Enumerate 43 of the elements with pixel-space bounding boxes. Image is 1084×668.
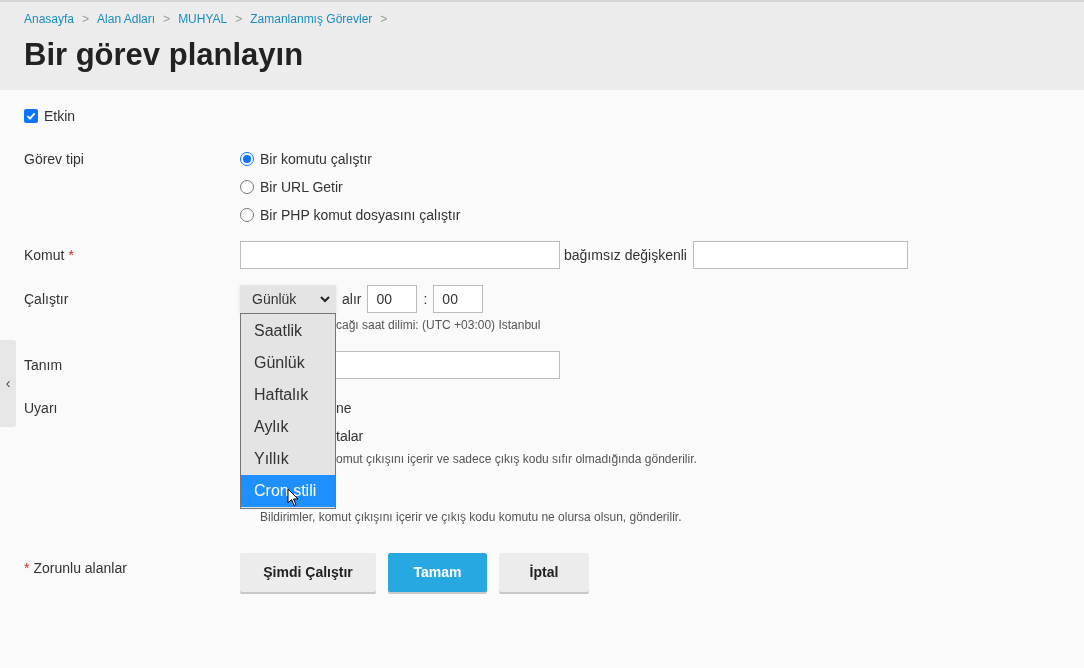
dropdown-option[interactable]: Yıllık: [241, 443, 335, 475]
action-button[interactable]: İptal: [499, 553, 589, 592]
notify-option-label: talar: [336, 426, 364, 446]
command-field[interactable]: [240, 241, 560, 269]
page-title: Bir görev planlayın: [24, 36, 305, 74]
args-label: bağımsız değişkenli: [564, 245, 687, 265]
time-separator: :: [423, 289, 428, 309]
timezone-hint: cağı saat dilimi: (UTC +03:00) Istanbul: [336, 317, 541, 334]
field-label: Komut: [24, 245, 65, 265]
breadcrumb-separator: >: [380, 11, 388, 28]
field-label: Görev tipi: [24, 149, 84, 169]
radio-label: Bir URL Getir: [260, 177, 343, 197]
hour-field[interactable]: 00: [367, 285, 418, 313]
required-mark: *: [68, 245, 74, 265]
radio-button[interactable]: [240, 152, 254, 166]
at-label: alır: [342, 289, 362, 309]
dropdown-option[interactable]: Aylık: [241, 411, 335, 443]
dropdown-option[interactable]: Haftalık: [241, 379, 335, 411]
radio-label: Bir PHP komut dosyasını çalıştır: [260, 205, 461, 225]
minute-field[interactable]: 00: [433, 285, 484, 313]
frequency-select[interactable]: Günlük: [240, 285, 336, 313]
field-label: Uyarı: [24, 398, 58, 418]
radio-button[interactable]: [240, 180, 254, 194]
sidebar-toggle[interactable]: ‹: [0, 340, 16, 427]
breadcrumb-separator: >: [163, 11, 171, 28]
dropdown-option[interactable]: Saatlik: [241, 315, 335, 347]
args-field[interactable]: [692, 241, 908, 269]
field-label: Tanım: [24, 355, 63, 375]
required-note: Zorunlu alanlar: [33, 559, 127, 578]
dropdown-option[interactable]: Günlük: [241, 347, 335, 379]
notify-option-label: ne: [336, 398, 352, 418]
breadcrumb-separator: >: [82, 11, 90, 28]
required-mark: *: [24, 559, 30, 578]
notify-hint: omut çıkışını içerir ve sadece çıkış kodu sıfır olmadığında gönderilir.: [336, 451, 697, 468]
action-button[interactable]: Şimdi Çalıştır: [240, 553, 376, 592]
breadcrumb-separator: >: [235, 11, 243, 28]
field-label: Çalıştır: [24, 289, 69, 309]
notify-hint: Bildirimler, komut çıkışını içerir ve çıkış kodu komutu ne olursa olsun, gönderilir.: [260, 509, 682, 526]
checkbox-label: Etkin: [44, 106, 76, 126]
radio-label: Bir komutu çalıştır: [260, 149, 373, 169]
radio-button[interactable]: [240, 208, 254, 222]
chevron-down-icon: [320, 295, 330, 303]
checkbox[interactable]: [24, 109, 38, 123]
